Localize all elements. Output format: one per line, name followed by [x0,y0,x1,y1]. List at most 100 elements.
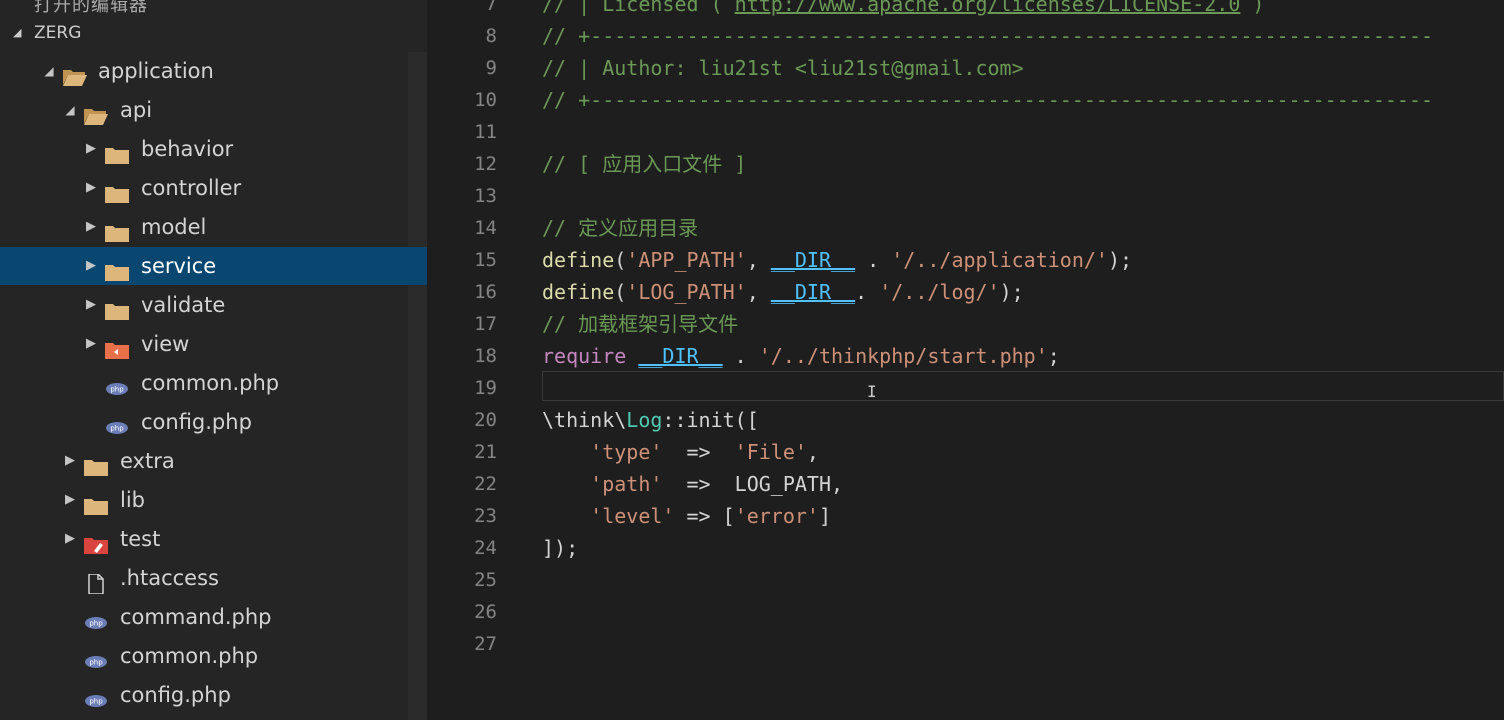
chevron-down-icon: ◢ [13,26,22,39]
tree-item-controller[interactable]: ▶ controller [0,169,427,207]
punctuation: ); [999,280,1024,304]
magic-constant: __DIR__ [638,344,723,368]
svg-text:php: php [89,698,103,706]
project-header[interactable]: ◢ ZERG [0,18,427,48]
chevron-down-icon[interactable]: ◢ [42,52,56,90]
tree-item-label: api [120,98,153,122]
tree-item-config-php[interactable]: php config.php [0,403,427,441]
svg-text:php: php [89,659,103,667]
code-editor[interactable]: 7 8 9 10 11 12 13 14 15 16 17 18 19 20 21 22 23 24 25 26 27 … [427,0,1504,720]
tree-item-config-php[interactable]: php config.php [0,676,427,714]
line-number: 22 [474,473,497,495]
tree-item-lib[interactable]: ▶ lib [0,481,427,519]
operator: => [ [674,504,735,528]
tree-item-test[interactable]: ▶ test [0,520,427,558]
chevron-right-icon[interactable]: ▶ [63,481,77,519]
tree-item-label: config.php [120,683,231,707]
line-number: 12 [474,153,497,175]
chevron-right-icon[interactable]: ▶ [84,325,98,363]
string-literal: 'APP_PATH' [626,248,747,272]
tree-item-service[interactable]: ▶ service [0,247,427,285]
code-line-20[interactable]: \think\Log::init([ [542,404,759,436]
tree-item-label: model [141,215,207,239]
tree-item-behavior[interactable]: ▶ behavior [0,130,427,168]
tree-item-validate[interactable]: ▶ validate [0,286,427,324]
punctuation: ( [614,248,627,272]
code-line-24[interactable]: ]); [542,532,578,564]
svg-text:php: php [89,620,103,628]
code-line-18[interactable]: require __DIR__ . '/../thinkphp/start.ph… [542,340,1060,372]
code-line-17[interactable]: // 加载框架引导文件 [542,308,738,340]
tree-item-label: service [141,254,217,278]
code-line-21[interactable]: 'type' => 'File', [542,436,819,468]
open-editors-label: 打开的编辑器 [34,0,148,14]
folder-icon [104,295,130,320]
open-editors-header[interactable]: 打开的编辑器 [0,0,427,14]
chevron-right-icon[interactable]: ▶ [84,169,98,207]
code-line-23[interactable]: 'level' => ['error'] [542,500,831,532]
keyword: require [542,344,627,368]
license-link[interactable]: http://www.apache.org/licenses/LICENSE-2… [735,0,1241,16]
chevron-down-icon[interactable]: ◢ [63,91,77,129]
tree-item-label: application [98,59,214,83]
code-line-22[interactable]: 'path' => LOG_PATH, [542,468,843,500]
punctuation: ); [1107,248,1133,272]
code-line-8[interactable]: // +------------------------------------… [542,20,1433,52]
line-number: 21 [474,441,497,463]
chevron-right-icon[interactable]: ▶ [63,520,77,558]
folder-open-icon [62,61,88,86]
line-number: 8 [485,25,497,47]
explorer-sidebar: 打开的编辑器 ◢ ZERG ◢ application ◢ api ▶ behavior ▶… [0,0,427,720]
operator: => [662,440,735,464]
tree-item-model[interactable]: ▶ model [0,208,427,246]
code-line-15[interactable]: define('APP_PATH', __DIR__ . '/../applic… [542,244,1132,276]
code-line-9[interactable]: // | Author: liu21st <liu21st@gmail.com> [542,52,1024,84]
string-literal: 'level' [590,504,675,528]
namespace: \think\ [542,408,627,432]
php-file-icon: php [104,412,130,434]
tree-item-label: validate [141,293,226,317]
line-number: 14 [474,217,497,239]
tree-item-common-php[interactable]: php common.php [0,364,427,402]
line-number: 15 [474,249,497,271]
tree-item-common-php[interactable]: php common.php [0,637,427,675]
function-name: define [542,280,615,304]
folder-icon [83,451,109,476]
code-line-16[interactable]: define('LOG_PATH', __DIR__. '/../log/'); [542,276,1024,308]
tree-item-application[interactable]: ◢ application [0,52,427,90]
tree-item-command-php[interactable]: php command.php [0,598,427,636]
current-line-highlight [542,371,1504,401]
folder-icon [104,217,130,242]
line-number: 10 [474,89,497,111]
punctuation: ; [1047,344,1060,368]
code-line-10[interactable]: // +------------------------------------… [542,84,1433,116]
tree-item-label: config.php [141,410,252,434]
magic-constant: __DIR__ [770,280,856,304]
view-folder-icon [104,334,130,359]
code-line-7[interactable]: // | Licensed ( http://www.apache.org/li… [542,0,1264,20]
tree-item-label: view [141,332,190,356]
tree-item-view[interactable]: ▶ view [0,325,427,363]
chevron-right-icon[interactable]: ▶ [84,286,98,324]
code-line-14[interactable]: // 定义应用目录 [542,212,698,244]
tree-item-api[interactable]: ◢ api [0,91,427,129]
test-folder-icon [83,529,109,554]
line-number: 24 [474,537,497,559]
line-number: 18 [474,345,497,367]
chevron-right-icon[interactable]: ▶ [84,130,98,168]
chevron-right-icon[interactable]: ▶ [84,208,98,246]
folder-icon [104,178,130,203]
class-name: Log [626,408,663,432]
folder-icon [83,490,109,515]
code-line-12[interactable]: // [ 应用入口文件 ] [542,148,746,180]
tree-item-extra[interactable]: ▶ extra [0,442,427,480]
chevron-right-icon[interactable]: ▶ [63,442,77,480]
string-literal: 'error' [734,504,819,528]
comment-text: ) [1240,0,1265,16]
chevron-right-icon[interactable]: ▶ [84,247,98,285]
folder-open-icon [83,100,109,125]
tree-item-htaccess[interactable]: .htaccess [0,559,427,597]
tree-item-label: common.php [141,371,280,395]
